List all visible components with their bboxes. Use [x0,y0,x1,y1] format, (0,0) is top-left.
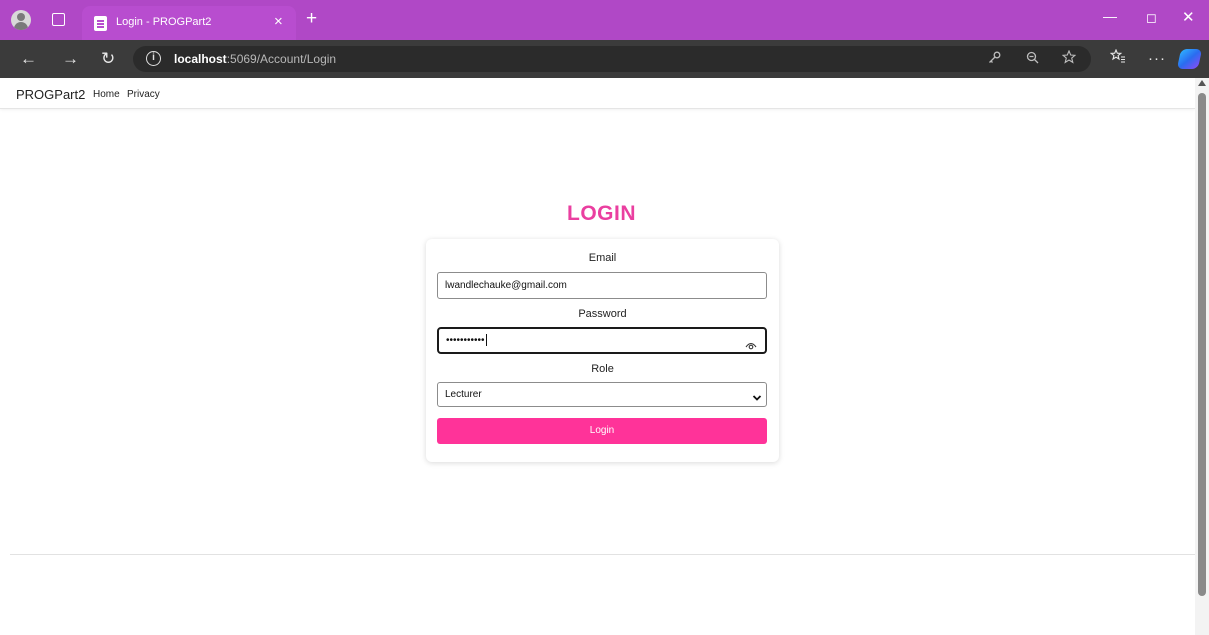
back-button[interactable]: ← [20,49,37,69]
window-maximize-button[interactable]: ◻ [1146,10,1157,26]
more-icon[interactable]: ··· [1148,49,1166,69]
email-field[interactable]: lwandlechauke@gmail.com [437,272,767,299]
page-viewport: PROGPart2 Home Privacy LOGIN Email lwand… [0,78,1209,635]
star-icon[interactable] [1061,49,1077,69]
new-tab-button[interactable]: + [306,9,317,29]
role-selected-value: Lecturer [445,389,482,400]
scrollbar-thumb[interactable] [1198,93,1206,596]
forward-button[interactable]: → [62,49,79,69]
browser-tab-active[interactable]: Login - PROGPart2 × [82,6,296,40]
refresh-button[interactable]: ↻ [101,49,115,69]
address-bar[interactable]: i localhost:5069/Account/Login [133,46,1091,72]
text-caret [485,334,487,347]
tab-title: Login - PROGPart2 [116,16,212,28]
show-password-eye-icon[interactable] [745,336,757,350]
footer-divider [10,554,1195,555]
favorites-icon[interactable] [1109,48,1126,69]
password-label: Password [578,308,627,320]
site-info-icon[interactable]: i [146,51,161,66]
login-card: Email lwandlechauke@gmail.com Password •… [426,239,779,462]
nav-link-privacy[interactable]: Privacy [127,89,160,100]
login-button[interactable]: Login [437,418,767,444]
zoom-icon[interactable] [1026,49,1039,69]
role-select[interactable]: Lecturer [437,382,767,407]
site-navbar: PROGPart2 Home Privacy [0,78,1195,109]
page-favicon-icon [94,16,107,31]
password-value: ••••••••••• [446,335,485,346]
role-label: Role [591,363,614,375]
nav-link-home[interactable]: Home [93,89,120,100]
page-title: LOGIN [567,202,636,225]
copilot-icon[interactable] [1176,49,1203,69]
password-field[interactable]: ••••••••••• [437,327,767,354]
email-label: Email [588,252,617,264]
key-icon[interactable] [988,49,1001,69]
tab-actions-icon[interactable] [52,13,65,26]
scroll-up-arrow-icon[interactable] [1198,80,1206,86]
site-brand[interactable]: PROGPart2 [16,87,85,102]
window-minimize-button[interactable]: — [1103,8,1117,24]
profile-avatar-icon[interactable] [11,10,31,30]
email-value: lwandlechauke@gmail.com [445,280,567,291]
tab-close-button[interactable]: × [274,13,283,31]
page-scrollbar[interactable] [1195,78,1209,635]
browser-toolbar: ← → ↻ i localhost:5069/Account/Login ··· [0,40,1209,78]
window-close-button[interactable]: ✕ [1182,8,1195,26]
chevron-down-icon [752,389,762,401]
address-url[interactable]: localhost:5069/Account/Login [174,52,336,66]
browser-titlebar: Login - PROGPart2 × + — ◻ ✕ [0,0,1209,40]
